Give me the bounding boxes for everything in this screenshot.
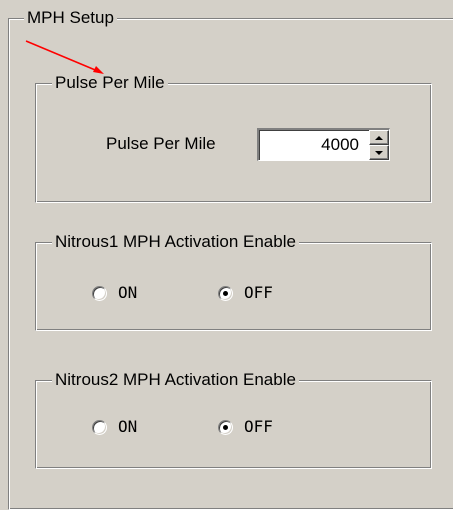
nitrous1-off-radio[interactable]: OFF	[218, 283, 273, 303]
nitrous1-group-title: Nitrous1 MPH Activation Enable	[52, 232, 299, 252]
mph-setup-title: MPH Setup	[24, 8, 117, 28]
pulse-per-mile-label: Pulse Per Mile	[106, 134, 216, 153]
nitrous1-on-label[interactable]: ON	[118, 283, 137, 303]
radio-button-icon[interactable]	[92, 285, 107, 301]
radio-button-icon[interactable]	[218, 419, 233, 435]
nitrous2-off-label[interactable]: OFF	[244, 417, 273, 437]
spin-up-icon	[375, 135, 383, 140]
spin-down-icon	[375, 150, 383, 155]
spin-down-button[interactable]	[369, 145, 389, 160]
pulse-per-mile-value[interactable]: 4000	[321, 135, 359, 155]
nitrous1-on-radio[interactable]: ON	[92, 283, 137, 303]
spin-up-button[interactable]	[369, 130, 389, 145]
nitrous2-group-title: Nitrous2 MPH Activation Enable	[52, 370, 299, 390]
pulse-per-mile-group-title: Pulse Per Mile	[52, 73, 168, 93]
nitrous2-off-radio[interactable]: OFF	[218, 417, 273, 437]
radio-button-icon[interactable]	[92, 419, 107, 435]
radio-button-icon[interactable]	[218, 285, 233, 301]
pulse-per-mile-spinbox[interactable]: 4000	[257, 128, 390, 161]
nitrous2-on-radio[interactable]: ON	[92, 417, 137, 437]
spin-buttons	[369, 130, 389, 160]
nitrous1-off-label[interactable]: OFF	[244, 283, 273, 303]
nitrous2-on-label[interactable]: ON	[118, 417, 137, 437]
